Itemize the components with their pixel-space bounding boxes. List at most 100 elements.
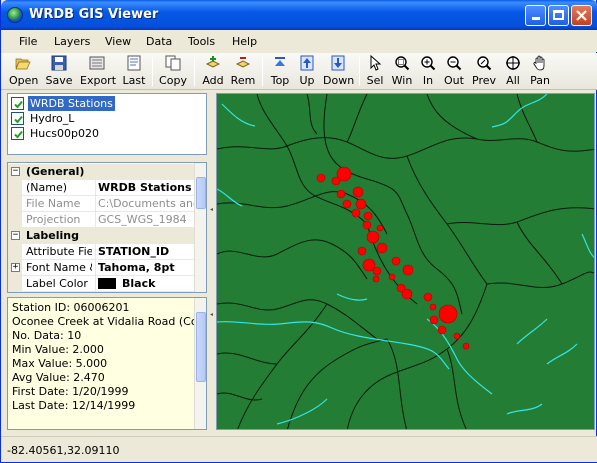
station-marker[interactable] [453, 332, 461, 340]
station-marker[interactable] [429, 303, 437, 311]
station-marker[interactable] [438, 304, 458, 324]
layer-checkbox[interactable] [11, 112, 24, 125]
layer-checkbox[interactable] [11, 127, 24, 140]
station-marker[interactable] [372, 275, 380, 283]
menu-help[interactable]: Help [232, 35, 257, 48]
station-marker[interactable] [357, 246, 367, 256]
zoom-prev-icon [477, 56, 492, 71]
close-icon [576, 10, 587, 21]
move-down-button[interactable]: Down [323, 55, 354, 88]
close-button[interactable] [571, 5, 592, 26]
add-layer-button[interactable]: Add [200, 55, 226, 88]
station-marker[interactable] [391, 256, 401, 266]
toolbar: Open Save Export Last Copy Add Rem Top U… [1, 53, 597, 90]
station-marker[interactable] [437, 325, 447, 335]
station-marker[interactable] [342, 199, 352, 209]
copy-button[interactable]: Copy [158, 55, 188, 88]
zoom-out-icon [447, 56, 462, 71]
station-marker[interactable] [376, 242, 388, 254]
export-button[interactable]: Export [80, 55, 116, 88]
select-tool-button[interactable]: Sel [365, 55, 385, 88]
layer-name: Hydro_L [30, 112, 75, 125]
zoom-prev-button[interactable]: Prev [471, 55, 497, 88]
station-marker[interactable] [366, 230, 380, 244]
station-marker[interactable] [402, 264, 414, 276]
move-top-button[interactable]: Top [269, 55, 291, 88]
station-marker[interactable] [372, 266, 382, 276]
property-category-labeling[interactable]: − Labeling [8, 228, 195, 244]
scroll-thumb[interactable] [196, 312, 206, 382]
station-marker[interactable] [316, 173, 326, 183]
property-row-filename[interactable]: File Name C:\Documents and [8, 196, 195, 212]
layer-checkbox[interactable] [11, 97, 24, 110]
toolbar-separator [262, 57, 263, 86]
move-up-icon [300, 55, 314, 71]
property-row-projection[interactable]: Projection GCS_WGS_1984 [8, 212, 195, 228]
station-info-panel: Station ID: 06006201 Oconee Creek at Vid… [7, 297, 207, 430]
info-min-value: Min Value: 2.000 [12, 343, 104, 356]
property-grid[interactable]: − (General) (Name) WRDB Stations File Na… [7, 162, 207, 293]
property-scrollbar[interactable] [194, 163, 206, 292]
collapse-icon[interactable]: − [11, 167, 20, 176]
toolbar-separator [194, 57, 195, 86]
info-station-id: Station ID: 06006201 [12, 301, 130, 314]
station-marker[interactable] [462, 342, 470, 350]
open-button[interactable]: Open [9, 55, 38, 88]
expand-icon[interactable]: + [11, 263, 20, 272]
zoom-out-button[interactable]: Out [443, 55, 465, 88]
station-marker[interactable] [376, 224, 384, 232]
toolbar-separator [152, 57, 153, 86]
property-row-label-color[interactable]: Label Color Black [8, 276, 195, 292]
station-marker[interactable] [423, 292, 433, 302]
station-marker[interactable] [352, 186, 364, 198]
info-station-name: Oconee Creek at Vidalia Road (Cour [12, 315, 207, 328]
menu-view[interactable]: View [105, 35, 131, 48]
property-category-general[interactable]: − (General) [8, 164, 195, 180]
station-marker[interactable] [362, 220, 372, 230]
menu-data[interactable]: Data [146, 35, 172, 48]
title-bar[interactable]: WRDB GIS Viewer [1, 0, 597, 30]
zoom-window-button[interactable]: Win [391, 55, 413, 88]
map-canvas[interactable] [216, 93, 595, 430]
zoom-in-button[interactable]: In [419, 55, 437, 88]
pan-hand-icon [533, 55, 545, 71]
move-up-button[interactable]: Up [297, 55, 317, 88]
scroll-thumb[interactable] [196, 177, 206, 209]
panel-splitter[interactable]: ◂ ◂ [208, 93, 216, 430]
property-row-name[interactable]: (Name) WRDB Stations [8, 180, 195, 196]
station-marker[interactable] [429, 315, 439, 325]
window-title: WRDB GIS Viewer [29, 7, 159, 22]
station-marker[interactable] [351, 208, 361, 218]
station-marker[interactable] [331, 176, 341, 186]
station-marker[interactable] [401, 288, 413, 300]
river-network [217, 94, 594, 425]
layers-list[interactable]: WRDB Stations Hydro_L Hucs00p020 [7, 93, 207, 155]
pan-button[interactable]: Pan [528, 55, 552, 88]
property-row-attribute[interactable]: Attribute Field STATION_ID [8, 244, 195, 260]
station-marker[interactable] [355, 198, 367, 210]
info-scrollbar[interactable] [194, 298, 206, 429]
last-button[interactable]: Last [121, 55, 147, 88]
export-icon [89, 56, 105, 70]
station-marker[interactable] [388, 273, 396, 281]
menu-layers[interactable]: Layers [54, 35, 90, 48]
save-button[interactable]: Save [45, 55, 73, 88]
remove-layer-button[interactable]: Rem [230, 55, 256, 88]
info-no-data: No. Data: 10 [12, 329, 82, 342]
station-marker[interactable] [363, 211, 373, 221]
menu-tools[interactable]: Tools [188, 35, 215, 48]
copy-icon [165, 55, 181, 71]
status-bar: -82.40561,32.09110 [1, 436, 597, 462]
info-first-date: First Date: 1/20/1999 [12, 385, 129, 398]
zoom-window-icon [395, 56, 410, 71]
station-marker[interactable] [336, 189, 346, 199]
select-arrow-icon [370, 55, 382, 71]
collapse-icon[interactable]: − [11, 231, 20, 240]
maximize-button[interactable] [548, 5, 569, 26]
zoom-all-button[interactable]: All [503, 55, 523, 88]
last-icon [127, 55, 141, 71]
property-row-font[interactable]: + Font Name & Tahoma, 8pt [8, 260, 195, 276]
menu-file[interactable]: File [19, 35, 37, 48]
add-layer-icon [205, 56, 221, 68]
minimize-button[interactable] [525, 5, 546, 26]
